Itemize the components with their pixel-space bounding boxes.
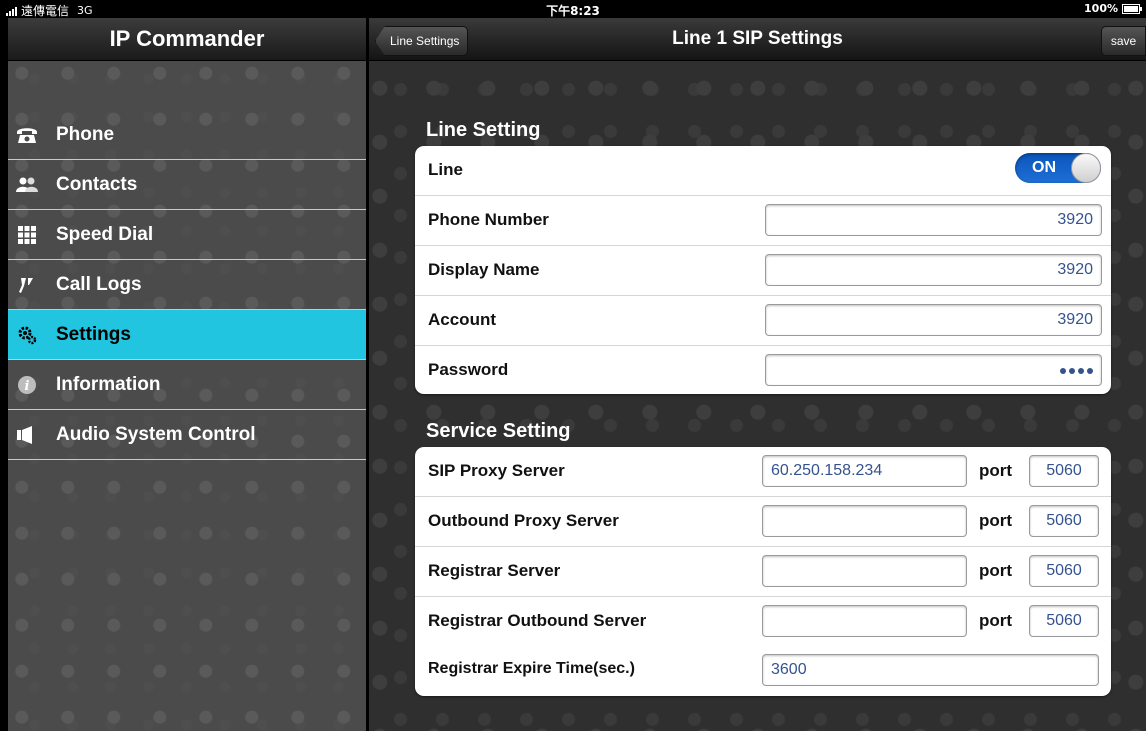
- outbound-proxy-server-field[interactable]: [762, 505, 967, 537]
- service-row-outbound-proxy-server: Outbound Proxy Server port 5060: [415, 497, 1111, 547]
- phone-number-field[interactable]: 3920: [765, 204, 1102, 236]
- page-title: Line 1 SIP Settings: [672, 28, 843, 49]
- line-toggle[interactable]: ON: [1015, 153, 1101, 183]
- display-name-field[interactable]: 3920: [765, 254, 1102, 286]
- port-field[interactable]: 5060: [1029, 605, 1099, 637]
- field-label: Outbound Proxy Server: [428, 511, 619, 530]
- sidebar-item-label: Speed Dial: [56, 223, 154, 245]
- gears-icon: [12, 325, 42, 345]
- line-label: Line: [428, 160, 463, 179]
- detail-panel: Line Settings Line 1 SIP Settings save L…: [369, 18, 1146, 731]
- detail-navbar: Line Settings Line 1 SIP Settings save: [369, 18, 1146, 61]
- sip-proxy-server-field[interactable]: 60.250.158.234: [762, 455, 967, 487]
- main-menu: Phone Contacts Speed Dial Call Logs Settings…: [8, 110, 366, 460]
- status-bar: 遠傳電信 3G 下午8:23 100%: [0, 0, 1146, 18]
- contacts-icon: [12, 177, 42, 193]
- line-toggle-row: Line ON: [415, 146, 1111, 196]
- expire-time-label: Registrar Expire Time(sec.): [428, 660, 635, 677]
- sidebar-item-speed-dial[interactable]: Speed Dial: [8, 210, 366, 260]
- sidebar-item-phone[interactable]: Phone: [8, 110, 366, 160]
- sidebar-item-label: Audio System Control: [56, 423, 256, 445]
- field-label: Display Name: [428, 260, 540, 279]
- service-row-registrar-server: Registrar Server port 5060: [415, 547, 1111, 597]
- speaker-icon: [12, 425, 42, 444]
- service-setting-title: Service Setting: [426, 420, 571, 442]
- sidebar-item-call-logs[interactable]: Call Logs: [8, 260, 366, 310]
- call-logs-icon: [12, 276, 42, 294]
- svg-text:i: i: [25, 379, 30, 394]
- master-title: IP Commander: [8, 18, 366, 61]
- line-row-account: Account 3920: [415, 296, 1111, 346]
- expire-time-row: Registrar Expire Time(sec.): [415, 646, 1111, 695]
- field-label: Registrar Server: [428, 561, 561, 580]
- service-row-sip-proxy-server: SIP Proxy Server 60.250.158.234 port 5060: [415, 447, 1111, 497]
- account-field[interactable]: 3920: [765, 304, 1102, 336]
- status-time: 下午8:23: [546, 4, 600, 18]
- info-icon: i: [12, 375, 42, 395]
- password-field[interactable]: [765, 354, 1102, 386]
- toggle-knob: [1071, 153, 1101, 183]
- registrar-outbound-server-field[interactable]: [762, 605, 967, 637]
- port-label: port: [979, 461, 1013, 480]
- battery-icon: [1122, 3, 1142, 14]
- line-setting-title: Line Setting: [426, 119, 541, 141]
- toggle-state: ON: [1032, 159, 1056, 176]
- field-label: Password: [428, 360, 509, 379]
- keypad-grid-icon: [12, 225, 42, 244]
- port-field[interactable]: 5060: [1029, 455, 1099, 487]
- password-mask: [1060, 368, 1093, 374]
- field-label: Phone Number: [428, 210, 549, 229]
- registrar-server-field[interactable]: [762, 555, 967, 587]
- field-label: Account: [428, 310, 496, 329]
- port-label: port: [979, 561, 1013, 580]
- left-edge: [0, 18, 8, 731]
- sidebar-item-settings[interactable]: Settings: [8, 310, 366, 360]
- sidebar-item-label: Phone: [56, 123, 115, 145]
- line-row-display-name: Display Name 3920: [415, 246, 1111, 296]
- expire-time-field[interactable]: [762, 654, 1099, 686]
- sidebar-item-label: Contacts: [56, 173, 138, 195]
- line-setting-group: Line ON Phone Number 3920 Display Name 3920…: [415, 146, 1111, 394]
- status-right: 100%: [1084, 2, 1142, 15]
- port-label: port: [979, 511, 1013, 530]
- save-button[interactable]: save: [1101, 26, 1146, 56]
- sidebar-item-information[interactable]: i Information: [8, 360, 366, 410]
- service-row-registrar-outbound-server: Registrar Outbound Server port 5060: [415, 597, 1111, 646]
- battery-percent: 100%: [1084, 2, 1118, 15]
- sidebar-item-label: Information: [56, 373, 161, 395]
- sidebar-item-label: Call Logs: [56, 273, 142, 295]
- port-field[interactable]: 5060: [1029, 555, 1099, 587]
- sidebar-item-audio-system-control[interactable]: Audio System Control: [8, 410, 366, 460]
- line-row-phone-number: Phone Number 3920: [415, 196, 1111, 246]
- sidebar-item-label: Settings: [56, 323, 131, 345]
- port-field[interactable]: 5060: [1029, 505, 1099, 537]
- sidebar-item-contacts[interactable]: Contacts: [8, 160, 366, 210]
- line-row-password: Password: [415, 346, 1111, 394]
- field-label: SIP Proxy Server: [428, 461, 565, 480]
- master-panel: IP Commander Phone Contacts Speed Dial Call…: [8, 18, 366, 731]
- field-label: Registrar Outbound Server: [428, 611, 647, 630]
- telephone-icon: [12, 126, 42, 144]
- service-setting-group: SIP Proxy Server 60.250.158.234 port 5060 Ou…: [415, 447, 1111, 696]
- port-label: port: [979, 611, 1013, 630]
